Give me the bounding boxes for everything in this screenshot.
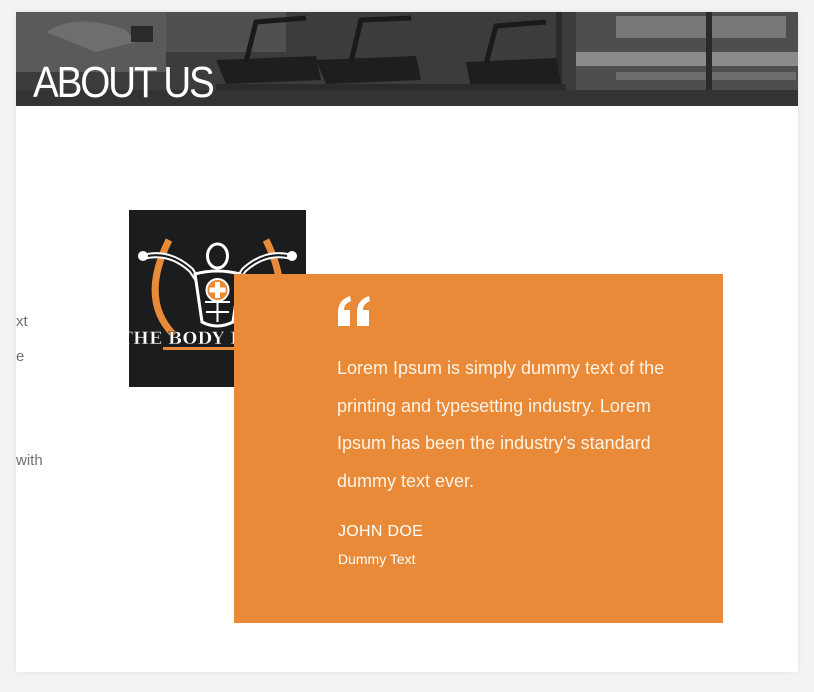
side-text-fragment: with xyxy=(16,452,43,469)
about-section: ABOUT US xt e with THE BODY DOCTOR Lorem… xyxy=(16,12,798,672)
testimonial-author: JOHN DOE xyxy=(338,523,424,540)
side-text-fragment: xt xyxy=(16,313,28,330)
testimonial-text: Lorem Ipsum is simply dummy text of the … xyxy=(337,358,665,491)
page-title: ABOUT US xyxy=(33,58,215,106)
hero-banner: ABOUT US xyxy=(16,12,798,106)
testimonial-card: Lorem Ipsum is simply dummy text of the … xyxy=(234,274,723,623)
side-text-fragment: e xyxy=(16,348,25,365)
testimonial-role: Dummy Text xyxy=(338,551,416,567)
quote-icon xyxy=(338,296,370,326)
